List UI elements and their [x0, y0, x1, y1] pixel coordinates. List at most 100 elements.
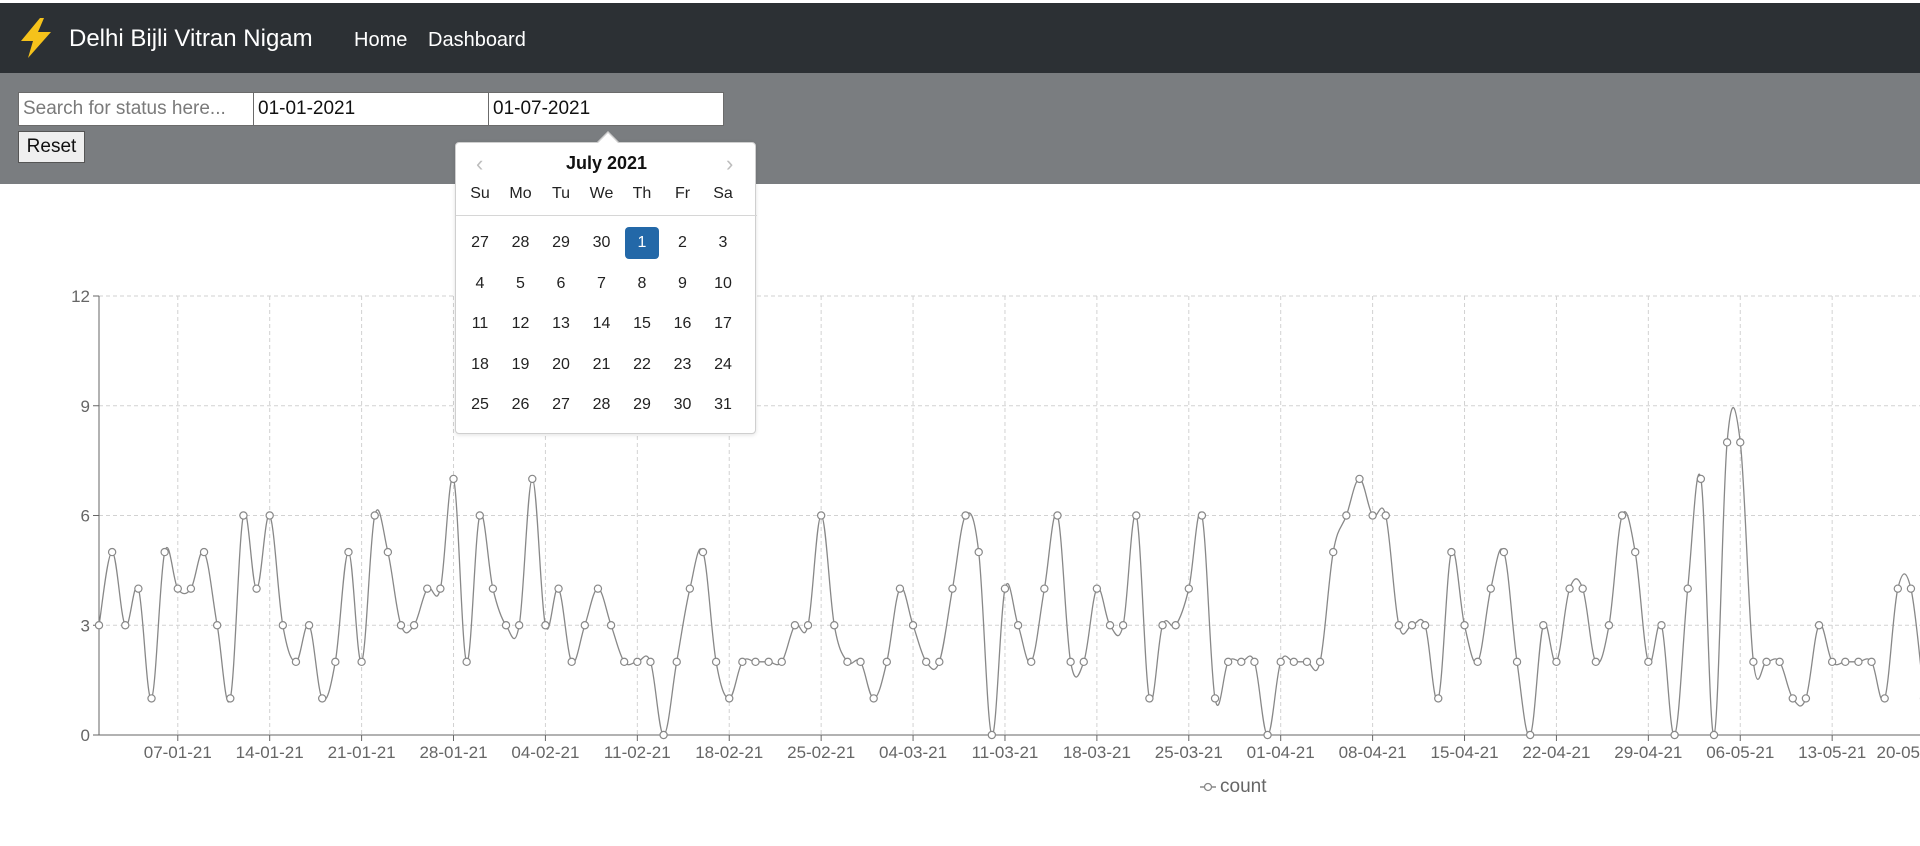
- data-point[interactable]: [961, 511, 970, 520]
- data-point[interactable]: [725, 694, 734, 703]
- calendar-day[interactable]: 23: [666, 349, 700, 381]
- data-point[interactable]: [475, 511, 484, 520]
- data-point[interactable]: [331, 657, 340, 667]
- data-point[interactable]: [1709, 730, 1719, 740]
- data-point[interactable]: [1473, 657, 1482, 667]
- calendar-day[interactable]: 29: [544, 227, 578, 259]
- calendar-day[interactable]: 25: [463, 389, 497, 421]
- data-point[interactable]: [935, 657, 944, 667]
- data-point[interactable]: [1355, 474, 1364, 484]
- data-point[interactable]: [580, 621, 590, 630]
- data-point[interactable]: [1841, 657, 1850, 667]
- data-point[interactable]: [1683, 584, 1692, 593]
- calendar-day[interactable]: 28: [585, 389, 619, 421]
- data-point[interactable]: [1578, 584, 1587, 593]
- calendar-day[interactable]: 18: [463, 349, 497, 381]
- data-point[interactable]: [1722, 438, 1732, 447]
- data-point[interactable]: [1145, 694, 1154, 703]
- data-point[interactable]: [711, 657, 721, 667]
- calendar-day[interactable]: 22: [625, 349, 659, 381]
- data-point[interactable]: [370, 511, 379, 520]
- data-point[interactable]: [659, 730, 668, 740]
- calendar-day[interactable]: 1: [625, 227, 659, 259]
- data-point[interactable]: [869, 694, 878, 703]
- data-point[interactable]: [1617, 511, 1627, 520]
- data-point[interactable]: [186, 584, 196, 593]
- data-point[interactable]: [908, 621, 918, 630]
- data-point[interactable]: [1066, 657, 1075, 667]
- data-point[interactable]: [974, 547, 983, 557]
- data-point[interactable]: [1565, 584, 1574, 593]
- data-point[interactable]: [514, 621, 524, 630]
- data-point[interactable]: [528, 474, 537, 484]
- data-point[interactable]: [1289, 657, 1299, 667]
- data-point[interactable]: [948, 584, 957, 593]
- data-point[interactable]: [1210, 694, 1220, 703]
- data-point[interactable]: [1499, 547, 1509, 557]
- calendar-day[interactable]: 24: [706, 349, 740, 381]
- data-point[interactable]: [1434, 694, 1443, 703]
- data-point[interactable]: [1854, 657, 1863, 667]
- calendar-day[interactable]: 16: [666, 308, 700, 340]
- data-point[interactable]: [1420, 621, 1430, 630]
- data-point[interactable]: [843, 657, 852, 667]
- data-point[interactable]: [1184, 584, 1193, 593]
- data-point[interactable]: [1880, 694, 1889, 703]
- data-point[interactable]: [226, 694, 235, 703]
- data-point[interactable]: [1801, 694, 1811, 703]
- data-point[interactable]: [803, 621, 813, 630]
- data-point[interactable]: [423, 584, 432, 593]
- data-point[interactable]: [1906, 584, 1916, 593]
- data-point[interactable]: [252, 584, 261, 593]
- calendar-day[interactable]: 27: [544, 389, 578, 421]
- data-point[interactable]: [1893, 584, 1903, 593]
- calendar-day[interactable]: 30: [585, 227, 619, 259]
- data-point[interactable]: [1486, 584, 1495, 593]
- data-point[interactable]: [409, 621, 419, 630]
- data-point[interactable]: [462, 657, 471, 667]
- data-point[interactable]: [449, 474, 458, 484]
- calendar-day[interactable]: 30: [666, 389, 700, 421]
- chevron-right-icon[interactable]: ›: [726, 151, 733, 177]
- data-point[interactable]: [1631, 547, 1640, 557]
- data-point[interactable]: [265, 511, 274, 520]
- data-point[interactable]: [173, 584, 182, 593]
- data-point[interactable]: [1263, 730, 1272, 740]
- data-point[interactable]: [856, 657, 865, 667]
- data-point[interactable]: [1867, 657, 1876, 667]
- data-point[interactable]: [1013, 621, 1023, 630]
- data-point[interactable]: [646, 657, 655, 667]
- data-point[interactable]: [606, 621, 616, 630]
- data-point[interactable]: [134, 584, 143, 593]
- calendar-day[interactable]: 7: [585, 268, 619, 300]
- data-point[interactable]: [1368, 511, 1377, 520]
- data-point[interactable]: [1604, 621, 1614, 630]
- data-point[interactable]: [1670, 730, 1679, 740]
- data-point[interactable]: [1132, 511, 1141, 520]
- data-point[interactable]: [436, 584, 445, 593]
- data-point[interactable]: [921, 657, 931, 667]
- data-point[interactable]: [1591, 657, 1601, 667]
- calendar-day[interactable]: 17: [706, 308, 740, 340]
- calendar-day[interactable]: 13: [544, 308, 578, 340]
- calendar-day[interactable]: 4: [463, 268, 497, 300]
- data-point[interactable]: [1171, 621, 1180, 630]
- data-point[interactable]: [1736, 438, 1745, 447]
- data-point[interactable]: [1027, 657, 1036, 667]
- data-point[interactable]: [895, 584, 905, 593]
- data-point[interactable]: [1342, 511, 1351, 520]
- data-point[interactable]: [1814, 621, 1824, 630]
- calendar-day[interactable]: 20: [544, 349, 578, 381]
- data-point[interactable]: [291, 657, 301, 667]
- data-point[interactable]: [1447, 547, 1456, 557]
- data-point[interactable]: [239, 511, 248, 520]
- data-point[interactable]: [1696, 474, 1706, 484]
- calendar-day[interactable]: 28: [504, 227, 538, 259]
- calendar-day[interactable]: 26: [504, 389, 538, 421]
- data-point[interactable]: [790, 621, 800, 630]
- data-point[interactable]: [1394, 621, 1404, 630]
- data-point[interactable]: [830, 621, 839, 630]
- data-point[interactable]: [199, 547, 209, 557]
- data-point[interactable]: [1000, 584, 1010, 593]
- data-point[interactable]: [1079, 657, 1088, 667]
